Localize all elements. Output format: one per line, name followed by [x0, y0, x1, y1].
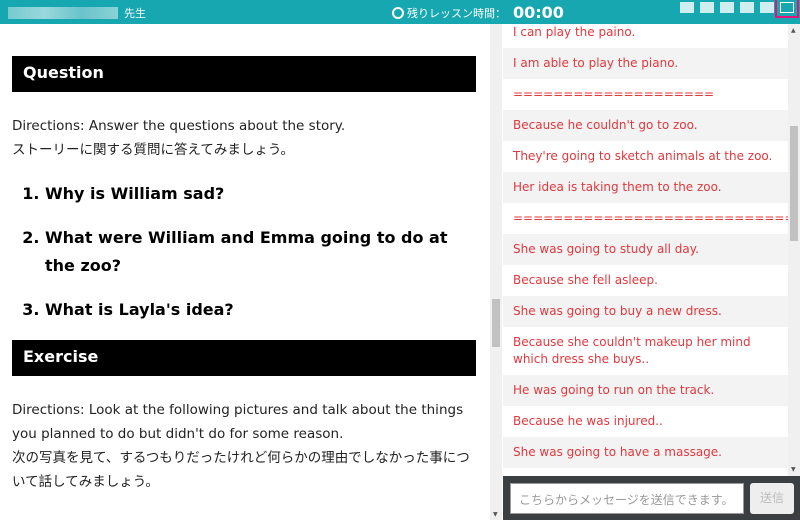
exercise-directions: Directions: Look at the following pictur… — [12, 398, 476, 494]
directions-ja: ストーリーに関する質問に答えてみましょう。 — [12, 142, 295, 158]
directions-ja: 次の写真を見て、するつもりだったけれど何らかの理由でしなかった事について話してみ… — [12, 450, 470, 490]
chat-log: I can play the paino. I am able to play t… — [503, 24, 788, 476]
chat-message: Because he was injured.. — [503, 406, 788, 437]
lesson-timer: 残りレッスン時間： 00:00 — [392, 3, 564, 22]
clock-icon — [392, 6, 404, 19]
chat-message: Because she fell asleep. — [503, 265, 788, 296]
question-heading: Question — [12, 56, 476, 92]
send-button[interactable]: 送信 — [750, 483, 794, 514]
directions-en: Directions: Look at the following pictur… — [12, 402, 464, 442]
chat-message: I can play the paino. — [503, 24, 788, 48]
lesson-scrollbar[interactable]: ▼ — [490, 24, 502, 520]
question-item: Why is William sad? — [45, 180, 476, 208]
chat-message: He was going to run on the track. — [503, 375, 788, 406]
directions-en: Directions: Answer the questions about t… — [12, 118, 346, 134]
layout-full-icon[interactable] — [680, 2, 694, 13]
teacher-suffix: 先生 — [124, 7, 146, 20]
layout-right-small-icon[interactable] — [760, 2, 774, 13]
chat-scrollbar[interactable]: ▲ ▼ — [788, 24, 800, 476]
chat-message: She was going to buy a new dress. — [503, 296, 788, 327]
layout-side-by-side-icon[interactable] — [775, 0, 799, 18]
question-list: Why is William sad? What were William an… — [45, 180, 476, 324]
scroll-down-icon[interactable]: ▼ — [493, 511, 498, 518]
chat-message: Because she couldn't makeup her mind whi… — [503, 327, 788, 375]
chat-message: Because he couldn't go to zoo. — [503, 110, 788, 141]
scroll-thumb[interactable] — [790, 126, 798, 241]
message-input[interactable]: こちらからメッセージを送信できます。 — [510, 483, 744, 514]
blurred-name — [8, 7, 118, 19]
chat-message: I am able to play the piano. — [503, 48, 788, 79]
question-directions: Directions: Answer the questions about t… — [12, 114, 476, 162]
timer-label: 残りレッスン時間： — [407, 6, 506, 20]
layout-top-right-icon[interactable] — [700, 2, 714, 13]
scroll-down-icon[interactable]: ▼ — [791, 466, 796, 473]
scroll-up-icon[interactable]: ▲ — [791, 27, 796, 34]
timer-value: 00:00 — [513, 3, 564, 22]
chat-message: ==================== — [503, 79, 788, 110]
top-bar: 先生 残りレッスン時間： 00:00 — [0, 0, 800, 24]
teacher-name: 先生 — [8, 5, 146, 21]
layout-split-icon[interactable] — [740, 2, 754, 13]
lesson-material: Question Directions: Answer the question… — [0, 24, 490, 520]
layout-switcher — [680, 0, 799, 18]
chat-message: ================================= — [503, 203, 788, 234]
question-item: What were William and Emma going to do a… — [45, 224, 476, 280]
chat-input-bar: こちらからメッセージを送信できます。 送信 — [503, 476, 800, 520]
chat-message: Her idea is taking them to the zoo. — [503, 172, 788, 203]
chat-message: They're going to sketch animals at the z… — [503, 141, 788, 172]
exercise-heading: Exercise — [12, 340, 476, 376]
question-item: What is Layla's idea? — [45, 296, 476, 324]
chat-message: She was going to study all day. — [503, 234, 788, 265]
layout-left-icon[interactable] — [720, 2, 734, 13]
scroll-thumb[interactable] — [492, 299, 500, 347]
chat-message: She was going to have a massage. — [503, 437, 788, 468]
